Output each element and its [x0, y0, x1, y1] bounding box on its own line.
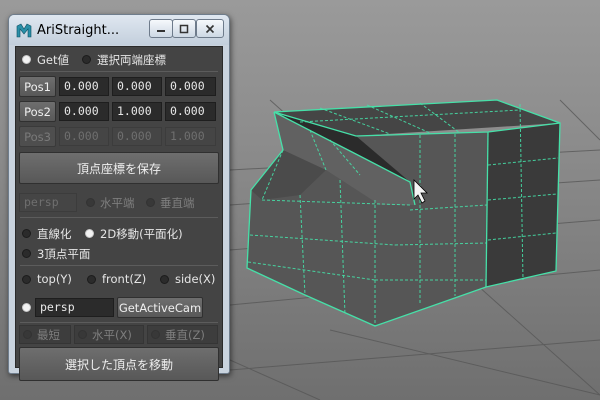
vertical-z-radio[interactable]	[151, 330, 160, 339]
move-selected-vertices-button[interactable]: 選択した頂点を移動	[19, 347, 219, 381]
window-titlebar[interactable]: AriStraight...	[9, 15, 229, 45]
separator	[20, 265, 218, 266]
top-view-label: top(Y)	[37, 272, 72, 286]
top-view-radio[interactable]	[22, 275, 31, 284]
deformed-cube-mesh[interactable]	[247, 100, 560, 326]
minimize-icon	[157, 29, 165, 32]
maya-app-icon	[16, 23, 32, 38]
pos1-button[interactable]: Pos1	[19, 76, 56, 97]
separator	[20, 322, 218, 323]
active-camera-radio[interactable]	[22, 303, 31, 312]
window-title: AriStraight...	[37, 23, 120, 38]
pos2-z-field[interactable]: 0.000	[165, 102, 216, 121]
horizontal-end-radio[interactable]	[86, 198, 95, 207]
vertical-z-label: 垂直(Z)	[165, 328, 205, 342]
horizontal-end-label: 水平端	[100, 196, 135, 210]
save-vertex-coords-button[interactable]: 頂点座標を保存	[19, 152, 219, 184]
pos1-z-field[interactable]: 0.000	[165, 77, 216, 96]
shortest-radio[interactable]	[23, 330, 32, 339]
maximize-icon	[179, 24, 189, 33]
pos3-x-field[interactable]: 0.000	[59, 127, 109, 146]
minimize-button[interactable]	[149, 19, 173, 38]
vertical-end-label: 垂直端	[160, 196, 195, 210]
horizontal-x-radio[interactable]	[78, 330, 87, 339]
vertical-end-radio[interactable]	[146, 198, 155, 207]
straighten-radio[interactable]	[22, 229, 31, 238]
horizontal-x-label: 水平(X)	[92, 328, 132, 342]
camera-name-field[interactable]: persp	[35, 298, 114, 317]
pos3-button[interactable]: Pos3	[19, 126, 56, 147]
shortest-label: 最短	[37, 328, 60, 342]
maximize-button[interactable]	[172, 19, 196, 38]
pos2-x-field[interactable]: 0.000	[59, 102, 109, 121]
move-2d-radio[interactable]	[85, 229, 94, 238]
separator	[20, 71, 218, 72]
select-endpoints-label: 選択両端座標	[97, 53, 166, 67]
front-view-radio[interactable]	[87, 275, 96, 284]
pos3-y-field[interactable]: 0.000	[112, 127, 162, 146]
separator	[20, 217, 218, 218]
get-active-cam-button[interactable]: GetActiveCam	[117, 297, 203, 318]
pos1-x-field[interactable]: 0.000	[59, 77, 109, 96]
pos2-y-field[interactable]: 1.000	[112, 102, 162, 121]
get-value-radio[interactable]	[22, 55, 31, 64]
move-2d-label: 2D移動(平面化)	[100, 227, 183, 241]
pos3-z-field[interactable]: 1.000	[165, 127, 216, 146]
aristraight-window[interactable]: AriStraight... Get値 選択両端座標 Pos1 0.000 0.…	[8, 14, 230, 381]
three-vertex-plane-radio[interactable]	[22, 249, 31, 258]
get-value-label: Get値	[37, 53, 69, 67]
close-button[interactable]	[196, 19, 224, 38]
front-view-label: front(Z)	[102, 272, 147, 286]
side-view-label: side(X)	[175, 272, 216, 286]
straighten-label: 直線化	[37, 227, 72, 241]
endpoint-camera-field[interactable]: persp	[19, 193, 77, 212]
tool-panel: Get値 選択両端座標 Pos1 0.000 0.000 0.000 Pos2 …	[15, 46, 223, 381]
pos1-y-field[interactable]: 0.000	[112, 77, 162, 96]
close-icon	[205, 24, 215, 33]
pos2-button[interactable]: Pos2	[19, 101, 56, 122]
select-endpoints-radio[interactable]	[82, 55, 91, 64]
side-view-radio[interactable]	[160, 275, 169, 284]
three-vertex-plane-label: 3頂点平面	[37, 247, 91, 261]
